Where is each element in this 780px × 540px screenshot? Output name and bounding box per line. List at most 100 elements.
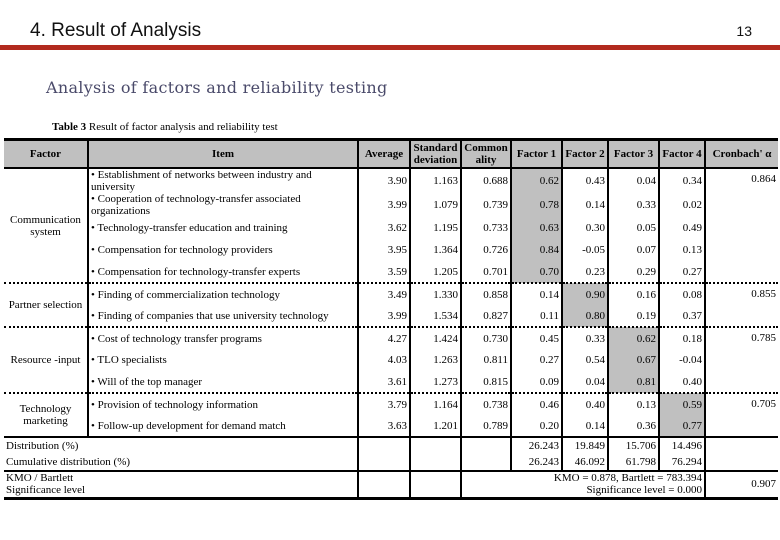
average-cell: 4.27 <box>358 326 411 349</box>
factor-4-loading: 0.08 <box>659 282 706 305</box>
std-dev-cell: 1.195 <box>410 217 462 239</box>
factor-name: Communication system <box>4 168 89 283</box>
col-header-cronbach: Cronbach' α <box>705 138 778 169</box>
table-body: Communication system • Establishment of n… <box>4 168 778 438</box>
std-dev-cell: 1.205 <box>410 261 462 283</box>
factor-3-loading: 0.29 <box>608 261 660 283</box>
table-row: • Finding of companies that use universi… <box>4 305 778 327</box>
factor-2-loading: 0.54 <box>562 349 609 371</box>
item-text: • Provision of technology information <box>88 392 359 415</box>
commonality-cell: 0.811 <box>461 349 512 371</box>
factor-4-loading: 0.18 <box>659 326 706 349</box>
table-row: Partner selection • Finding of commercial… <box>4 282 778 327</box>
section-subtitle: Analysis of factors and reliability test… <box>46 78 388 97</box>
col-header-average: Average <box>358 138 411 169</box>
factor-3-loading: 0.62 <box>608 326 660 349</box>
table-row: • Cooperation of technology-transfer ass… <box>4 193 778 217</box>
cumulative-f3: 61.798 <box>608 454 660 471</box>
cronbach-alpha: 0.705 <box>705 392 778 437</box>
distribution-f4: 14.496 <box>659 436 706 454</box>
item-text: • Compensation for technology providers <box>88 239 359 261</box>
factor-2-loading: 0.90 <box>562 282 609 305</box>
average-cell: 3.62 <box>358 217 411 239</box>
average-cell: 3.63 <box>358 415 411 438</box>
distribution-f2: 19.849 <box>562 436 609 454</box>
factor-2-loading: 0.40 <box>562 392 609 415</box>
factor-3-loading: 0.04 <box>608 168 660 193</box>
item-text: • Establishment of networks between indu… <box>88 168 359 193</box>
std-dev-cell: 1.163 <box>410 168 462 193</box>
std-dev-cell: 1.424 <box>410 326 462 349</box>
cumulative-f2: 46.092 <box>562 454 609 471</box>
factor-3-loading: 0.19 <box>608 305 660 327</box>
factor-4-loading: 0.13 <box>659 239 706 261</box>
factor-3-loading: 0.05 <box>608 217 660 239</box>
distribution-f1: 26.243 <box>511 436 563 454</box>
factor-4-loading: 0.59 <box>659 392 706 415</box>
col-header-std-dev: Standard deviation <box>410 138 462 169</box>
table-row: Communication system • Establishment of n… <box>4 168 778 283</box>
title-divider <box>0 45 780 50</box>
factor-4-loading: 0.37 <box>659 305 706 327</box>
factor-1-loading: 0.09 <box>511 371 563 393</box>
factor-1-loading: 0.63 <box>511 217 563 239</box>
col-header-factor-3: Factor 3 <box>608 138 660 169</box>
factor-3-loading: 0.07 <box>608 239 660 261</box>
cronbach-alpha: 0.855 <box>705 282 778 327</box>
col-header-factor-1: Factor 1 <box>511 138 563 169</box>
average-cell: 3.99 <box>358 193 411 217</box>
table-row: Technology marketing • Provision of techn… <box>4 392 778 437</box>
average-cell: 3.49 <box>358 282 411 305</box>
average-cell: 3.79 <box>358 392 411 415</box>
std-dev-cell: 1.534 <box>410 305 462 327</box>
item-text: • Follow-up development for demand match <box>88 415 359 438</box>
std-dev-cell: 1.273 <box>410 371 462 393</box>
commonality-cell: 0.701 <box>461 261 512 283</box>
factor-4-loading: 0.40 <box>659 371 706 393</box>
factor-2-loading: 0.14 <box>562 193 609 217</box>
factor-1-loading: 0.14 <box>511 282 563 305</box>
factor-4-loading: 0.27 <box>659 261 706 283</box>
distribution-row: Distribution (%) 26.243 19.849 15.706 14… <box>4 436 778 454</box>
table-caption-label: Table 3 <box>52 121 87 133</box>
average-cell: 3.99 <box>358 305 411 327</box>
factor-4-loading: 0.49 <box>659 217 706 239</box>
cronbach-alpha: 0.864 <box>751 173 776 185</box>
col-header-item: Item <box>88 138 359 169</box>
std-dev-cell: 1.079 <box>410 193 462 217</box>
factor-2-loading: 0.30 <box>562 217 609 239</box>
commonality-cell: 0.738 <box>461 392 512 415</box>
commonality-cell: 0.726 <box>461 239 512 261</box>
item-text: • Will of the top manager <box>88 371 359 393</box>
average-cell: 3.61 <box>358 371 411 393</box>
factor-4-loading: 0.77 <box>659 415 706 438</box>
item-text: • Finding of companies that use universi… <box>88 305 359 327</box>
item-text: • TLO specialists <box>88 349 359 371</box>
commonality-cell: 0.733 <box>461 217 512 239</box>
factor-1-loading: 0.45 <box>511 326 563 349</box>
std-dev-cell: 1.164 <box>410 392 462 415</box>
factor-analysis-table: Factor Item Average Standard deviation C… <box>4 138 778 500</box>
col-header-commonality: Common ality <box>461 138 512 169</box>
kmo-value-line-2: Significance level = 0.000 <box>586 484 702 497</box>
factor-1-loading: 0.70 <box>511 261 563 283</box>
factor-3-loading: 0.36 <box>608 415 660 438</box>
col-header-factor-4: Factor 4 <box>659 138 706 169</box>
kmo-label-line-2: Significance level <box>6 484 86 497</box>
cronbach-alpha: 0.785 <box>705 326 778 393</box>
kmo-label-line-1: KMO / Bartlett <box>6 472 74 485</box>
std-dev-cell: 1.364 <box>410 239 462 261</box>
table-caption-text: Result of factor analysis and reliabilit… <box>86 121 278 133</box>
factor-3-loading: 0.13 <box>608 392 660 415</box>
table-row: • Follow-up development for demand match… <box>4 415 778 438</box>
distribution-label: Distribution (%) <box>4 436 359 454</box>
kmo-value-line-1: KMO = 0.878, Bartlett = 783.394 <box>553 472 702 485</box>
commonality-cell: 0.827 <box>461 305 512 327</box>
page-number: 13 <box>736 23 752 39</box>
total-cronbach: 0.907 <box>705 470 778 500</box>
factor-2-loading: -0.05 <box>562 239 609 261</box>
factor-1-loading: 0.27 <box>511 349 563 371</box>
factor-2-loading: 0.33 <box>562 326 609 349</box>
factor-name: Partner selection <box>4 282 89 327</box>
factor-1-loading: 0.62 <box>511 168 563 193</box>
